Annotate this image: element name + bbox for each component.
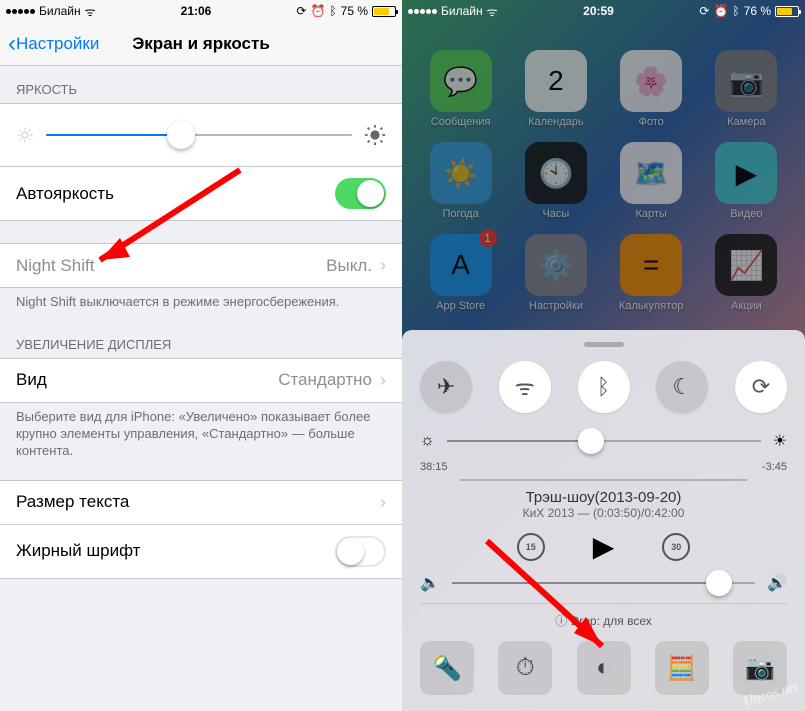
volume-high-icon: 🔊 <box>767 573 787 593</box>
timer-button[interactable]: ⏱ <box>498 641 552 695</box>
bold-text-label: Жирный шрифт <box>16 541 140 561</box>
bold-text-cell: Жирный шрифт <box>0 525 402 579</box>
auto-brightness-toggle[interactable] <box>335 178 386 209</box>
skip-forward-button[interactable]: 30 <box>662 533 690 561</box>
alarm-icon: ⏰ <box>713 4 728 18</box>
grabber-icon[interactable] <box>584 342 624 347</box>
home-screen-with-control-center: Билайн ᯤ 20:59 ⟳ ⏰ ᛒ 76 % 💬Сообщения2Кал… <box>402 0 805 711</box>
volume-low-icon: 🔈 <box>420 573 440 593</box>
elapsed-time: 38:15 <box>420 461 448 473</box>
alarm-icon: ⏰ <box>310 4 325 18</box>
bold-text-toggle[interactable] <box>335 536 386 567</box>
battery-icon <box>775 6 799 17</box>
dnd-toggle[interactable]: ☾ <box>656 361 708 413</box>
track-subtitle: КиХ 2013 — (0:03:50)/0:42:00 <box>420 506 787 520</box>
bluetooth-icon: ᛒ <box>329 4 336 18</box>
battery-icon <box>372 6 396 17</box>
cc-volume-row: 🔈 🔊 <box>420 573 787 593</box>
airdrop-row[interactable]: ⓘ Drop: для всех <box>420 603 787 629</box>
signal-icon <box>6 9 35 14</box>
battery-pct: 76 % <box>744 4 771 18</box>
brightness-slider-cell <box>0 103 402 166</box>
track-title: Трэш-шоу(2013-09-20) <box>420 489 787 506</box>
settings-screen: Билайн ᯤ 21:06 ⟳ ⏰ ᛒ 75 % ‹ Настройки Эк… <box>0 0 402 711</box>
bluetooth-icon: ᛒ <box>732 4 739 18</box>
skip-back-button[interactable]: 15 <box>517 533 545 561</box>
media-controls: 38:15 -3:45 Трэш-шоу(2013-09-20) КиХ 201… <box>420 461 787 563</box>
night-shift-button[interactable]: ◐ <box>577 641 631 695</box>
wifi-toggle[interactable]: ᯤ <box>499 361 551 413</box>
auto-brightness-label: Автояркость <box>16 184 114 204</box>
brightness-low-icon: ☼ <box>420 432 435 450</box>
zoom-header: УВЕЛИЧЕНИЕ ДИСПЛЕЯ <box>0 321 402 358</box>
back-label: Настройки <box>16 34 99 54</box>
status-time: 21:06 <box>181 4 212 18</box>
chevron-right-icon: › <box>380 370 386 391</box>
calculator-button[interactable]: 🧮 <box>655 641 709 695</box>
remaining-time: -3:45 <box>762 461 787 473</box>
night-shift-cell[interactable]: Night Shift Выкл. › <box>0 243 402 288</box>
chevron-left-icon: ‹ <box>8 30 16 58</box>
bluetooth-toggle[interactable]: ᛒ <box>578 361 630 413</box>
brightness-slider[interactable] <box>46 134 352 136</box>
chevron-right-icon: › <box>380 255 386 276</box>
brightness-header: ЯРКОСТЬ <box>0 66 402 103</box>
signal-icon <box>408 9 437 14</box>
cc-brightness-slider[interactable] <box>447 440 761 442</box>
page-title: Экран и яркость <box>132 34 270 54</box>
status-time: 20:59 <box>583 4 614 18</box>
text-size-label: Размер текста <box>16 492 129 512</box>
scrubber[interactable] <box>460 479 747 481</box>
wifi-icon: ᯤ <box>85 3 96 20</box>
brightness-high-icon <box>364 124 386 146</box>
text-size-cell[interactable]: Размер текста › <box>0 480 402 525</box>
view-value: Стандартно <box>278 370 372 390</box>
nav-bar: ‹ Настройки Экран и яркость <box>0 22 402 66</box>
cc-volume-slider[interactable] <box>452 582 755 584</box>
orientation-lock-icon: ⟳ <box>296 4 306 18</box>
brightness-low-icon <box>16 126 34 144</box>
camera-button[interactable]: 📷 <box>733 641 787 695</box>
chevron-right-icon: › <box>380 492 386 513</box>
battery-pct: 75 % <box>341 4 368 18</box>
brightness-high-icon: ☀ <box>773 431 787 451</box>
view-label: Вид <box>16 370 47 390</box>
night-shift-label: Night Shift <box>16 256 94 276</box>
back-button[interactable]: ‹ Настройки <box>8 30 99 58</box>
status-bar: Билайн ᯤ 21:06 ⟳ ⏰ ᛒ 75 % <box>0 0 402 22</box>
flashlight-button[interactable]: 🔦 <box>420 641 474 695</box>
rotation-lock-toggle[interactable]: ⟳ <box>735 361 787 413</box>
night-shift-value: Выкл. <box>326 256 372 276</box>
orientation-lock-icon: ⟳ <box>699 4 709 18</box>
airplane-toggle[interactable]: ✈ <box>420 361 472 413</box>
status-bar: Билайн ᯤ 20:59 ⟳ ⏰ ᛒ 76 % <box>402 0 805 22</box>
carrier-label: Билайн <box>39 4 81 18</box>
wifi-icon: ᯤ <box>487 3 498 20</box>
cc-brightness-row: ☼ ☀ <box>420 431 787 451</box>
auto-brightness-cell: Автояркость <box>0 166 402 221</box>
view-footer: Выберите вид для iPhone: «Увеличено» пок… <box>0 403 402 470</box>
play-button[interactable]: ▶ <box>593 530 615 563</box>
view-cell[interactable]: Вид Стандартно › <box>0 358 402 403</box>
carrier-label: Билайн <box>441 4 483 18</box>
control-center: ✈ ᯤ ᛒ ☾ ⟳ ☼ ☀ 38:15 -3:45 Трэш-шоу(2013-… <box>402 330 805 711</box>
night-shift-footer: Night Shift выключается в режиме энергос… <box>0 288 402 321</box>
